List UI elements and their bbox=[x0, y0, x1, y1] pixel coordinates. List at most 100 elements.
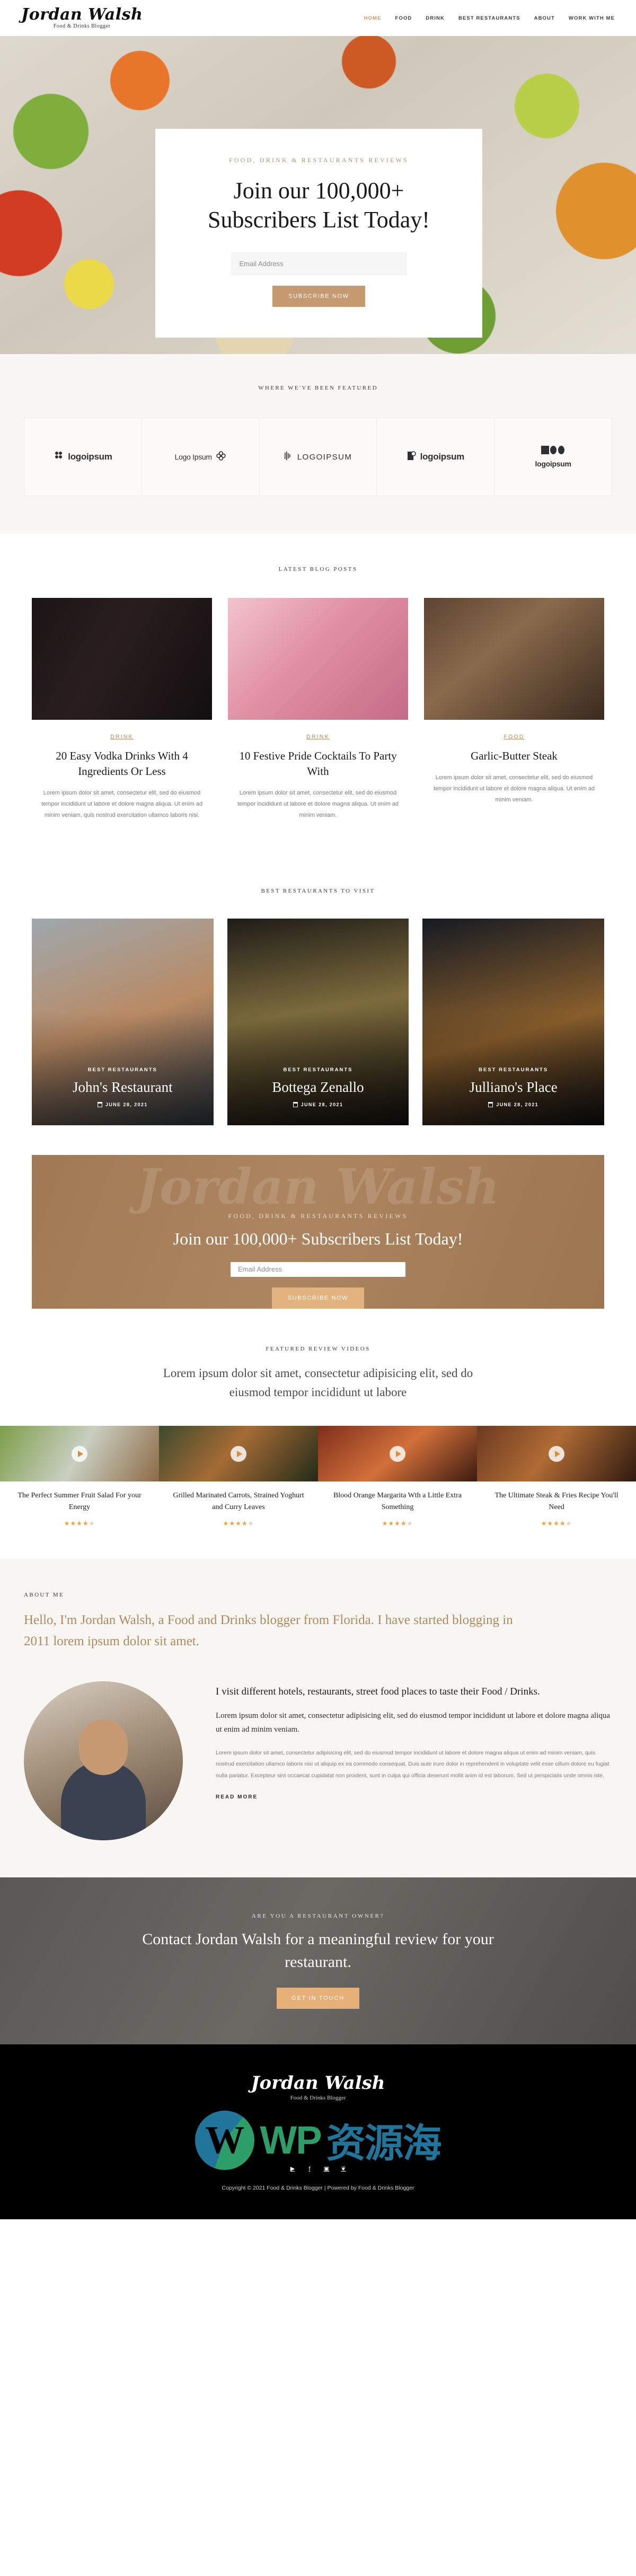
restaurant-card-list: BEST RESTAURANTS John's Restaurant JUNE … bbox=[32, 918, 605, 1125]
nav-item-food[interactable]: FOOD bbox=[395, 15, 412, 21]
post-thumbnail[interactable] bbox=[424, 598, 604, 720]
site-logo[interactable]: Jordan Walsh Food & Drinks Blogger bbox=[21, 7, 143, 29]
cta-eyebrow: FOOD, DRINK & RESTAURANTS REVIEWS bbox=[228, 1212, 408, 1220]
post-thumbnail[interactable] bbox=[228, 598, 408, 720]
footer-social-links[interactable]: ▶ f ▣ ❦ bbox=[0, 2165, 636, 2173]
play-icon[interactable] bbox=[549, 1445, 564, 1462]
restaurant-name[interactable]: Bottega Zenallo bbox=[272, 1079, 364, 1096]
restaurant-card[interactable]: BEST RESTAURANTS Julliano's Place JUNE 2… bbox=[422, 918, 605, 1125]
video-rating: ★★★★★ bbox=[223, 1519, 254, 1527]
nav-item-about[interactable]: ABOUT bbox=[534, 15, 555, 21]
video-thumbnail[interactable] bbox=[477, 1426, 636, 1482]
about-me-section: ABOUT ME Hello, I'm Jordan Walsh, a Food… bbox=[0, 1558, 636, 1877]
bars-icon bbox=[284, 451, 294, 463]
video-rating: ★★★★★ bbox=[64, 1519, 95, 1527]
play-icon[interactable] bbox=[231, 1445, 246, 1462]
best-restaurants-section: BEST RESTAURANTS TO VISIT BEST RESTAURAN… bbox=[0, 858, 636, 1309]
twitter-icon[interactable]: ❦ bbox=[339, 2165, 348, 2173]
post-title[interactable]: 20 Easy Vodka Drinks With 4 Ingredients … bbox=[40, 748, 204, 779]
featured-logo-4-text: logoipsum bbox=[420, 452, 465, 462]
about-label: ABOUT ME bbox=[24, 1591, 65, 1598]
post-category[interactable]: DRINK bbox=[110, 734, 134, 740]
get-in-touch-button[interactable]: GET IN TOUCH bbox=[277, 1987, 359, 2009]
nav-item-work-with-me[interactable]: WORK WITH ME bbox=[569, 15, 615, 21]
video-card[interactable]: The Ultimate Steak & Fries Recipe You'll… bbox=[477, 1426, 636, 1527]
featured-in-section: WHERE WE'VE BEEN FEATURED logoipsum Logo… bbox=[0, 354, 636, 533]
site-header: Jordan Walsh Food & Drinks Blogger HOME … bbox=[0, 0, 636, 36]
latest-blog-posts-section: LATEST BLOG POSTS DRINK 20 Easy Vodka Dr… bbox=[0, 533, 636, 858]
calendar-icon bbox=[97, 1101, 102, 1107]
calendar-icon bbox=[293, 1101, 298, 1107]
video-title[interactable]: The Ultimate Steak & Fries Recipe You'll… bbox=[489, 1490, 624, 1513]
featured-logo-3-text: LOGOIPSUM bbox=[297, 452, 352, 462]
facebook-icon[interactable]: f bbox=[305, 2165, 314, 2173]
hero-subscribe-card: FOOD, DRINK & RESTAURANTS REVIEWS Join o… bbox=[155, 129, 482, 338]
post-thumbnail[interactable] bbox=[32, 598, 212, 720]
post-card[interactable]: DRINK 20 Easy Vodka Drinks With 4 Ingred… bbox=[32, 598, 212, 821]
flower-icon bbox=[216, 451, 226, 464]
restaurant-name[interactable]: John's Restaurant bbox=[73, 1079, 173, 1096]
restaurant-category: BEST RESTAURANTS bbox=[479, 1066, 549, 1073]
wp-watermark-overlay: W WP 资源海 bbox=[0, 2110, 636, 2170]
video-thumbnail[interactable] bbox=[159, 1426, 318, 1482]
play-icon[interactable] bbox=[390, 1445, 405, 1462]
post-title[interactable]: 10 Festive Pride Cocktails To Party With bbox=[236, 748, 400, 779]
post-title[interactable]: Garlic-Butter Steak bbox=[432, 748, 596, 764]
post-category[interactable]: DRINK bbox=[306, 734, 330, 740]
cta-email-input[interactable] bbox=[231, 1261, 405, 1277]
about-heading: I visit different hotels, restaurants, s… bbox=[216, 1686, 540, 1697]
main-navigation[interactable]: HOME FOOD DRINK BEST RESTAURANTS ABOUT W… bbox=[364, 15, 615, 21]
hero-email-input[interactable] bbox=[231, 252, 407, 275]
video-card[interactable]: The Perfect Summer Fruit Salad For your … bbox=[0, 1426, 159, 1527]
read-more-link[interactable]: READ MORE bbox=[216, 1794, 258, 1800]
instagram-icon[interactable]: ▣ bbox=[322, 2165, 331, 2173]
site-footer: Jordan Walsh Food & Drinks Blogger W WP … bbox=[0, 2044, 636, 2219]
featured-logo-5[interactable]: logoipsum bbox=[494, 418, 612, 496]
featured-logo-2[interactable]: Logo Ipsum bbox=[142, 418, 260, 496]
video-title[interactable]: Blood Orange Margarita Wth a Little Extr… bbox=[330, 1490, 465, 1513]
video-title[interactable]: The Perfect Summer Fruit Salad For your … bbox=[12, 1490, 147, 1513]
post-category[interactable]: FOOD bbox=[504, 734, 524, 740]
footer-tagline: Food & Drinks Blogger bbox=[290, 2094, 346, 2101]
featured-videos-section: FEATURED REVIEW VIDEOS Lorem ipsum dolor… bbox=[0, 1308, 636, 1559]
play-icon[interactable] bbox=[72, 1445, 87, 1462]
tag-icon bbox=[407, 451, 417, 464]
restaurant-card[interactable]: BEST RESTAURANTS John's Restaurant JUNE … bbox=[32, 918, 214, 1125]
nav-item-home[interactable]: HOME bbox=[364, 15, 382, 21]
video-rating: ★★★★★ bbox=[541, 1519, 572, 1527]
featured-logo-1-text: logoipsum bbox=[68, 452, 112, 462]
brand-name: Jordan Walsh bbox=[21, 5, 143, 24]
video-card[interactable]: Blood Orange Margarita Wth a Little Extr… bbox=[318, 1426, 477, 1527]
nav-item-drink[interactable]: DRINK bbox=[426, 15, 445, 21]
about-paragraph-2: Lorem ipsum dolor sit amet, consectetur … bbox=[216, 1749, 610, 1779]
nav-item-best-restaurants[interactable]: BEST RESTAURANTS bbox=[458, 15, 520, 21]
cta-script-watermark: Jordan Walsh bbox=[136, 1158, 500, 1215]
featured-logo-4[interactable]: logoipsum bbox=[377, 418, 495, 496]
subscribe-cta-band: Jordan Walsh FOOD, DRINK & RESTAURANTS R… bbox=[32, 1154, 604, 1309]
post-excerpt: Lorem ipsum dolor sit amet, consectetur … bbox=[41, 789, 202, 818]
post-excerpt: Lorem ipsum dolor sit amet, consectetur … bbox=[434, 774, 595, 803]
footer-brand[interactable]: Jordan Walsh bbox=[0, 2074, 636, 2092]
restaurant-card[interactable]: BEST RESTAURANTS Bottega Zenallo JUNE 28… bbox=[227, 918, 409, 1125]
restaurant-name[interactable]: Julliano's Place bbox=[470, 1079, 558, 1096]
video-card[interactable]: Grilled Marinated Carrots, Strained Yogh… bbox=[159, 1426, 318, 1527]
square-circles-icon bbox=[541, 446, 566, 457]
post-excerpt: Lorem ipsum dolor sit amet, consectetur … bbox=[237, 789, 399, 818]
video-thumbnail[interactable] bbox=[318, 1426, 477, 1482]
watermark-wp-text: WP bbox=[260, 2118, 322, 2163]
featured-logo-1[interactable]: logoipsum bbox=[24, 418, 142, 496]
restaurant-category: BEST RESTAURANTS bbox=[87, 1066, 157, 1073]
videos-subtitle: Lorem ipsum dolor sit amet, consectetur … bbox=[163, 1366, 473, 1399]
video-title[interactable]: Grilled Marinated Carrots, Strained Yogh… bbox=[171, 1490, 306, 1513]
cta-subscribe-button[interactable]: SUBSCRIBE NOW bbox=[271, 1287, 365, 1309]
youtube-icon[interactable]: ▶ bbox=[288, 2165, 297, 2173]
post-card[interactable]: FOOD Garlic-Butter Steak Lorem ipsum dol… bbox=[424, 598, 604, 821]
post-card[interactable]: DRINK 10 Festive Pride Cocktails To Part… bbox=[228, 598, 408, 821]
video-card-list: The Perfect Summer Fruit Salad For your … bbox=[0, 1426, 636, 1527]
contact-eyebrow: ARE YOU A RESTAURANT OWNER? bbox=[251, 1912, 385, 1919]
restaurants-label: BEST RESTAURANTS TO VISIT bbox=[261, 887, 375, 894]
featured-logo-3[interactable]: LOGOIPSUM bbox=[260, 418, 377, 496]
cta-headline: Join our 100,000+ Subscribers List Today… bbox=[173, 1229, 463, 1248]
video-thumbnail[interactable] bbox=[0, 1426, 159, 1482]
hero-subscribe-button[interactable]: SUBSCRIBE NOW bbox=[272, 285, 365, 307]
